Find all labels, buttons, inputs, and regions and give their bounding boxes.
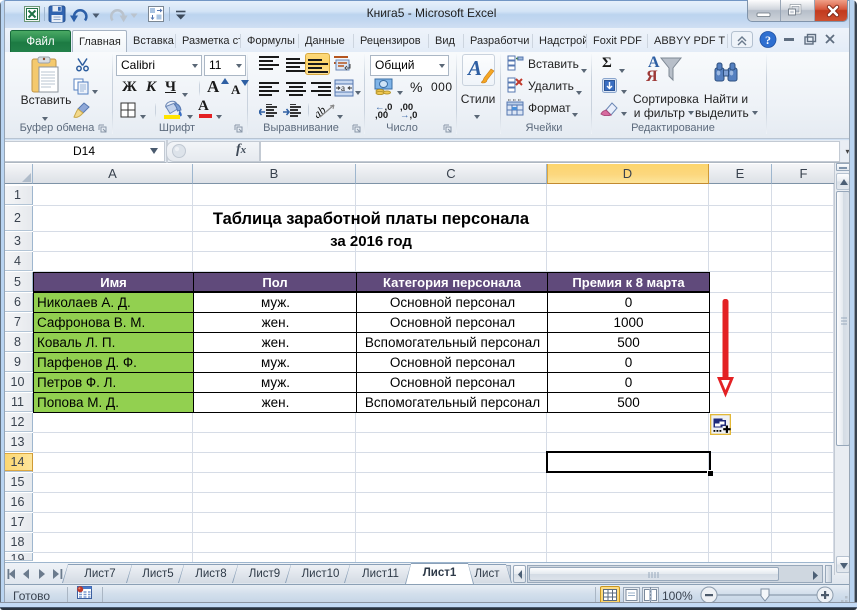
svg-text:a: a xyxy=(341,83,345,93)
svg-text:?: ? xyxy=(765,33,771,47)
